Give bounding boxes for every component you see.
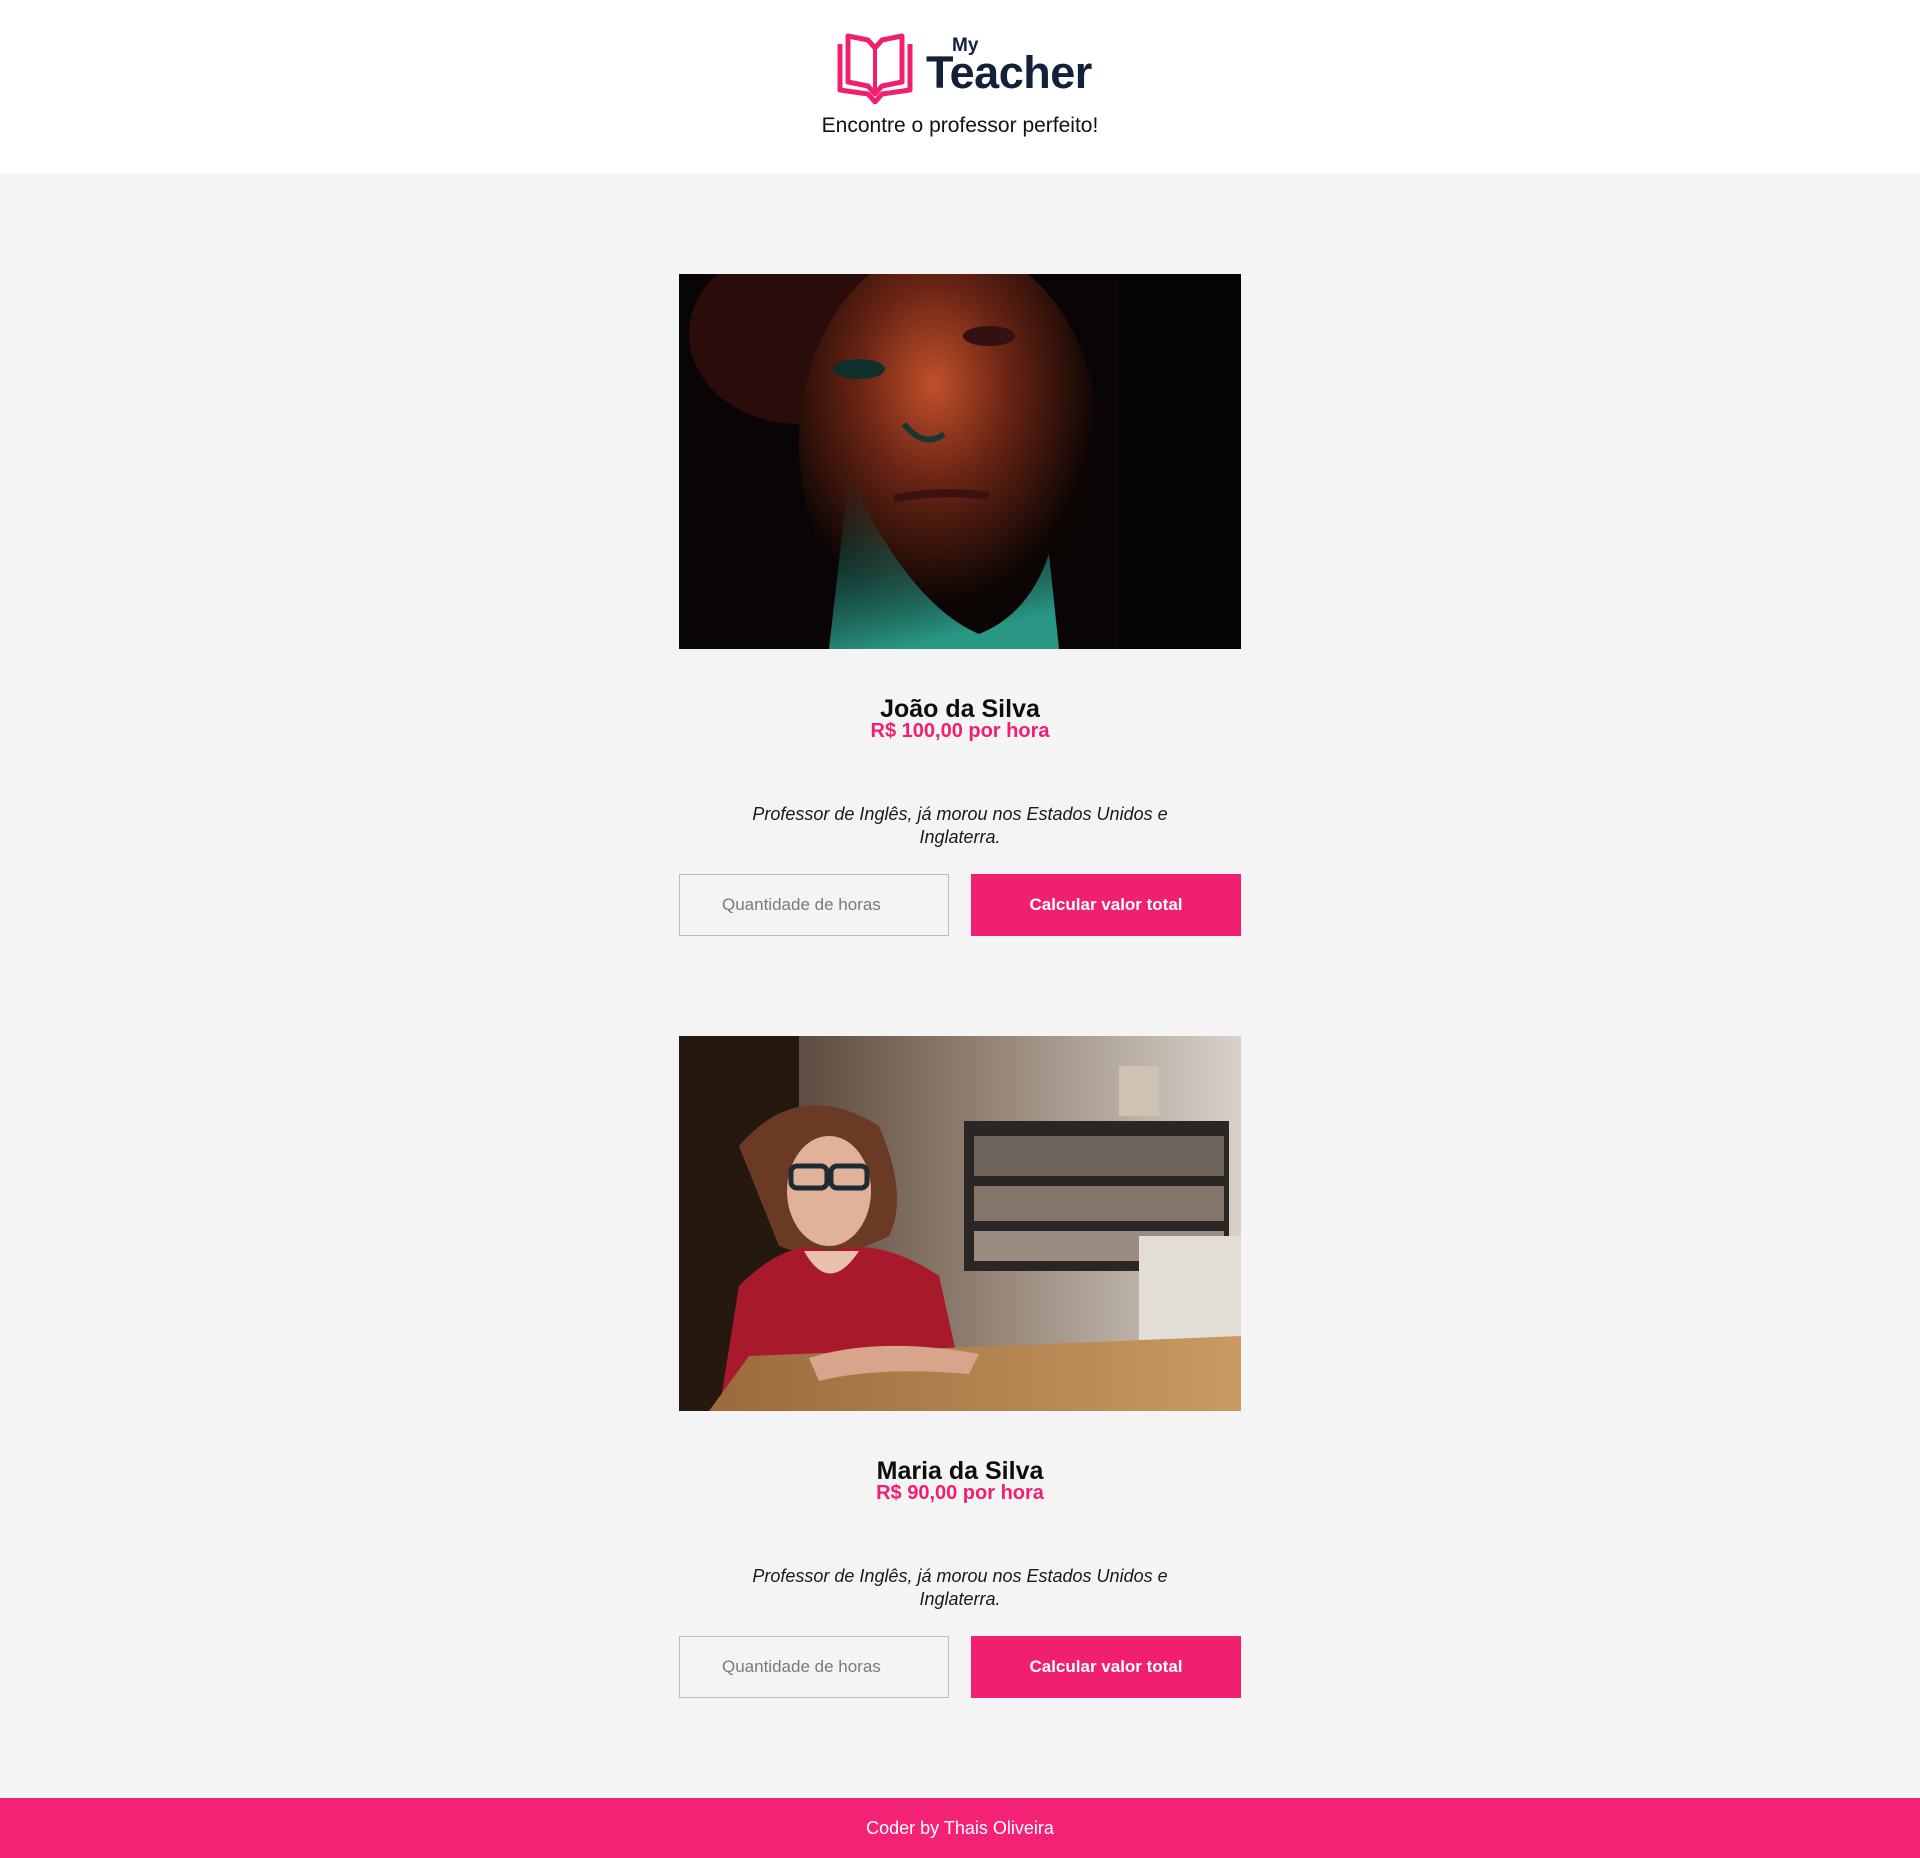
calculate-total-button[interactable]: Calcular valor total xyxy=(971,874,1241,936)
brand-logo[interactable]: My Teacher xyxy=(834,32,1092,104)
site-header: My Teacher Encontre o professor perfeito… xyxy=(0,0,1920,174)
tagline: Encontre o professor perfeito! xyxy=(821,114,1099,137)
teacher-description: Professor de Inglês, já morou nos Estado… xyxy=(752,804,1168,847)
site-footer: Coder by Thais Oliveira xyxy=(0,1798,1920,1858)
logo-large-text: Teacher xyxy=(926,47,1092,98)
open-book-icon xyxy=(837,33,913,104)
calculate-total-button[interactable]: Calcular valor total xyxy=(971,1636,1241,1698)
teacher-price: R$ 100,00 por hora xyxy=(870,720,1050,742)
teacher-description: Professor de Inglês, já morou nos Estado… xyxy=(752,1566,1168,1609)
footer-credit: Coder by Thais Oliveira xyxy=(866,1818,1054,1838)
hours-input[interactable] xyxy=(679,874,949,936)
teacher-photo xyxy=(679,274,1241,649)
teacher-photo xyxy=(679,1036,1241,1411)
teacher-price: R$ 90,00 por hora xyxy=(876,1482,1044,1504)
hours-input[interactable] xyxy=(679,1636,949,1698)
